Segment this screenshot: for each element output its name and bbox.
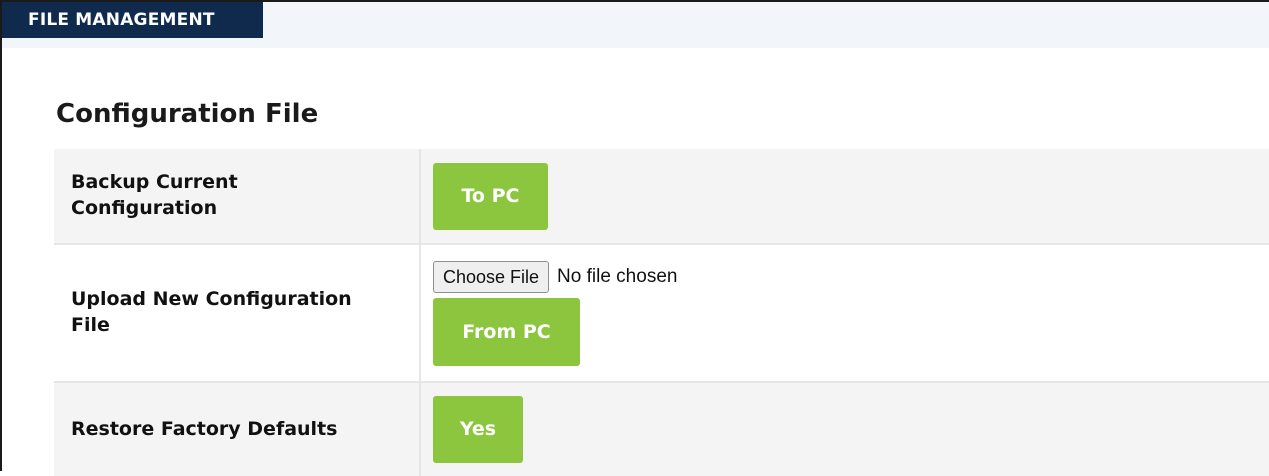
from-pc-button[interactable]: From PC	[433, 297, 580, 366]
choose-file-button[interactable]: Choose File	[433, 260, 550, 293]
configuration-file-heading: Configuration File	[56, 99, 319, 129]
upload-label-line2: File	[71, 314, 110, 336]
restore-control-cell: Yes	[420, 381, 1269, 476]
configuration-table: Backup Current Configuration To PC Uploa…	[54, 149, 1269, 476]
restore-row: Restore Factory Defaults Yes	[54, 381, 1269, 476]
yes-button[interactable]: Yes	[433, 396, 523, 463]
section-title: FILE MANAGEMENT	[2, 2, 263, 38]
backup-label: Backup Current Configuration	[71, 170, 401, 221]
backup-row: Backup Current Configuration To PC	[54, 149, 1269, 244]
backup-label-cell: Backup Current Configuration	[54, 149, 421, 244]
backup-label-line2: Configuration	[71, 197, 218, 219]
file-status-text: No file chosen	[557, 265, 678, 287]
upload-label-line1: Upload New Configuration	[71, 288, 352, 311]
upload-label: Upload New Configuration File	[71, 287, 401, 338]
file-input: Choose File No file chosen	[433, 260, 678, 293]
upload-row: Upload New Configuration File Choose Fil…	[54, 243, 1269, 382]
restore-label: Restore Factory Defaults	[71, 417, 338, 440]
upload-label-cell: Upload New Configuration File	[54, 243, 421, 382]
to-pc-button[interactable]: To PC	[433, 162, 548, 230]
backup-label-line1: Backup Current	[71, 171, 238, 194]
upload-control-cell: Choose File No file chosen From PC	[420, 243, 1269, 382]
page-frame: FILE MANAGEMENT Configuration File Backu…	[0, 0, 1269, 476]
backup-control-cell: To PC	[420, 149, 1269, 244]
restore-label-cell: Restore Factory Defaults	[54, 381, 421, 476]
